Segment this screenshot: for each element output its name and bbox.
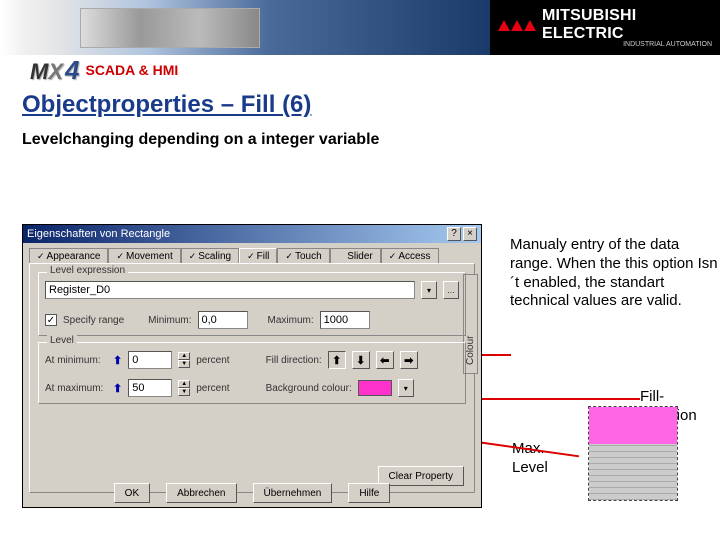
tab-access[interactable]: ✓Access	[381, 248, 439, 264]
dialog-button-row: OK Abbrechen Übernehmen Hilfe	[23, 483, 481, 503]
help-button[interactable]: ?	[447, 227, 461, 241]
close-button[interactable]: ×	[463, 227, 477, 241]
dialog-titlebar: Eigenschaften von Rectangle ? ×	[23, 225, 481, 243]
bg-colour-label: Background colour:	[266, 383, 352, 394]
min-label: Minimum:	[148, 315, 191, 326]
fill-panel: Colour Level expression ▾ … ✓ Specify ra…	[29, 263, 475, 493]
group-label-level-expression: Level expression	[47, 265, 128, 276]
at-min-label: At minimum:	[45, 355, 107, 366]
mx4-logo: MX4	[30, 55, 79, 86]
bg-colour-dropdown-icon[interactable]: ▾	[398, 379, 414, 397]
expression-dropdown-icon[interactable]: ▾	[421, 281, 437, 299]
tab-scaling[interactable]: ✓Scaling	[181, 248, 239, 264]
tank-fill	[589, 407, 677, 444]
specify-range-checkbox[interactable]: ✓	[45, 314, 57, 326]
tab-slider[interactable]: ✓Slider	[330, 248, 381, 264]
fill-dir-left[interactable]: ⬅	[376, 351, 394, 369]
mitsubishi-logo-icon	[498, 20, 536, 31]
banner-product-image	[80, 8, 260, 48]
arrow-up-icon: ⬆	[113, 354, 122, 367]
dialog-title: Eigenschaften von Rectangle	[27, 228, 170, 240]
ok-button[interactable]: OK	[114, 483, 150, 503]
percent-label-1: percent	[196, 355, 229, 366]
expression-browse-button[interactable]: …	[443, 281, 459, 299]
fill-dir-up[interactable]: ⬆	[328, 351, 346, 369]
level-expression-input[interactable]	[45, 281, 415, 299]
at-max-input[interactable]	[128, 379, 172, 397]
annotation-data-range: Manualy entry of the data range. When th…	[510, 236, 720, 311]
product-row: MX4 SCADA & HMI	[0, 55, 720, 85]
arrow-up-icon-2: ⬆	[113, 382, 122, 395]
tank-empty	[589, 444, 677, 500]
at-max-label: At maximum:	[45, 383, 107, 394]
banner-left	[0, 0, 490, 55]
minimum-input[interactable]	[198, 311, 248, 329]
scada-label: SCADA & HMI	[85, 62, 178, 78]
spin-down[interactable]: ▼	[178, 360, 190, 368]
top-banner: MITSUBISHI ELECTRIC INDUSTRIAL AUTOMATIO…	[0, 0, 720, 55]
brand-name: MITSUBISHI ELECTRIC	[542, 7, 720, 43]
properties-dialog: Eigenschaften von Rectangle ? × ✓Appeara…	[22, 224, 482, 508]
at-min-input[interactable]	[128, 351, 172, 369]
slide-title: Objectproperties – Fill (6)	[0, 85, 720, 123]
tank-illustration	[588, 406, 678, 501]
annotation-max-level: Max. Level	[512, 440, 572, 478]
spin-down-2[interactable]: ▼	[178, 388, 190, 396]
spin-up-2[interactable]: ▲	[178, 380, 190, 388]
tabs: ✓Appearance ✓Movement ✓Scaling ✓Fill ✓To…	[23, 243, 481, 263]
bg-colour-swatch[interactable]	[358, 380, 392, 396]
tab-movement[interactable]: ✓Movement	[108, 248, 180, 264]
group-label-level: Level	[47, 335, 77, 346]
tab-appearance[interactable]: ✓Appearance	[29, 248, 108, 264]
apply-button[interactable]: Übernehmen	[253, 483, 333, 503]
tab-touch[interactable]: ✓Touch	[277, 248, 329, 264]
percent-label-2: percent	[196, 383, 229, 394]
cancel-button[interactable]: Abbrechen	[166, 483, 236, 503]
max-label: Maximum:	[268, 315, 314, 326]
spin-up[interactable]: ▲	[178, 352, 190, 360]
brand-sub: INDUSTRIAL AUTOMATION	[623, 41, 712, 48]
brand-block: MITSUBISHI ELECTRIC INDUSTRIAL AUTOMATIO…	[490, 0, 720, 55]
fill-dir-right[interactable]: ➡	[400, 351, 418, 369]
maximum-input[interactable]	[320, 311, 370, 329]
slide-subtitle: Levelchanging depending on a integer var…	[0, 123, 720, 155]
tab-fill[interactable]: ✓Fill	[239, 248, 277, 264]
fill-direction-label: Fill direction:	[266, 355, 322, 366]
specify-range-label: Specify range	[63, 315, 124, 326]
fill-dir-down[interactable]: ⬇	[352, 351, 370, 369]
help-dialog-button[interactable]: Hilfe	[348, 483, 390, 503]
